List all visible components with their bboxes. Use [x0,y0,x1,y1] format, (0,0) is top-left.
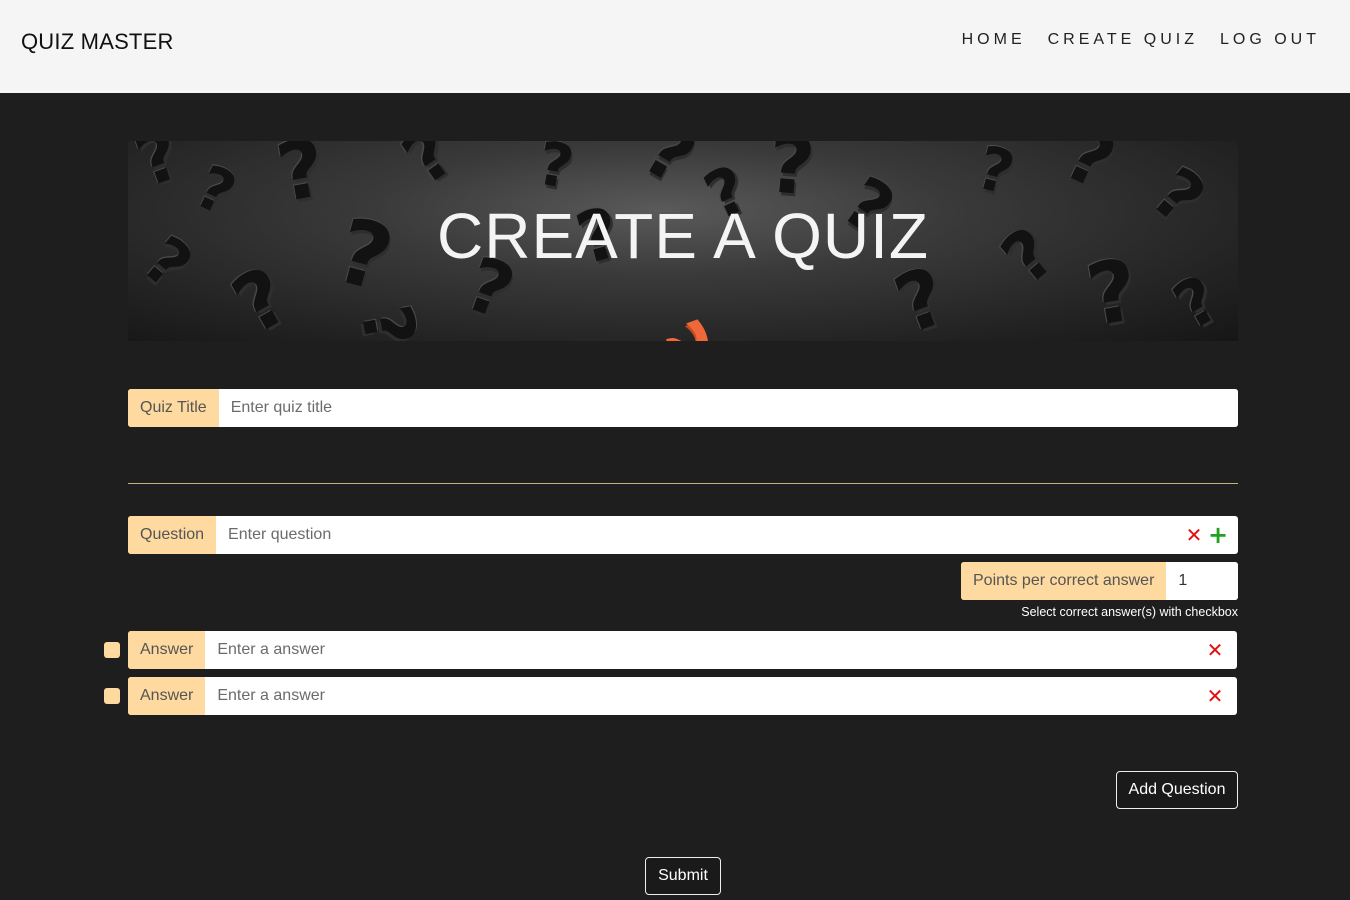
nav-logout-link[interactable]: LOG OUT [1220,31,1320,49]
answer-input[interactable] [205,631,1203,669]
quiz-title-label: Quiz Title [128,389,219,427]
page-title: CREATE A QUIZ [437,200,929,272]
brand-logo[interactable]: QUIZ MASTER [21,29,174,55]
answer-label: Answer [128,677,206,715]
answer-label: Answer [128,631,206,669]
question-mark-decoration: ? [128,141,192,204]
nav-create-quiz-link[interactable]: CREATE QUIZ [1048,31,1198,49]
checkbox-hint: Select correct answer(s) with checkbox [1021,605,1238,619]
answer-checkbox[interactable] [104,642,120,658]
navbar: QUIZ MASTER HOME CREATE QUIZ LOG OUT [0,0,1350,93]
quiz-title-input[interactable] [218,389,1238,427]
nav-home-link[interactable]: HOME [962,31,1026,49]
remove-answer-close-icon[interactable]: ✕ [1203,631,1227,669]
add-question-button[interactable]: Add Question [1116,771,1238,809]
question-group: Question ✕ + [128,516,1238,554]
answer-checkbox[interactable] [104,688,120,704]
answer-input[interactable] [205,677,1203,715]
question-mark-decoration: ? [764,141,819,214]
quiz-title-group: Quiz Title [128,389,1238,427]
remove-answer-close-icon[interactable]: ✕ [1203,677,1227,715]
answer-group: Answer ✕ [128,677,1237,715]
answer-group: Answer ✕ [128,631,1237,669]
points-input[interactable] [1166,562,1238,600]
question-mark-decoration: ? [388,141,469,202]
question-mark-decoration: ? [1051,141,1129,208]
question-mark-decoration: ? [625,308,728,341]
nav-links: HOME CREATE QUIZ LOG OUT [940,31,1320,49]
question-mark-decoration: ? [969,141,1022,210]
question-input[interactable] [216,516,1182,554]
points-group: Points per correct answer [961,562,1238,600]
hero-banner: ? ? ? ? ? ? ? ? ? ? ? ? ? ? ? ? ? ? ? ? … [128,141,1238,341]
question-mark-decoration: ? [532,141,579,204]
section-divider [128,483,1238,484]
question-mark-decoration: ? [1161,261,1232,341]
remove-question-close-icon[interactable]: ✕ [1182,516,1206,554]
add-answer-plus-icon[interactable]: + [1206,516,1230,554]
submit-button[interactable]: Submit [645,857,721,895]
points-label: Points per correct answer [961,562,1167,600]
question-label: Question [128,516,217,554]
